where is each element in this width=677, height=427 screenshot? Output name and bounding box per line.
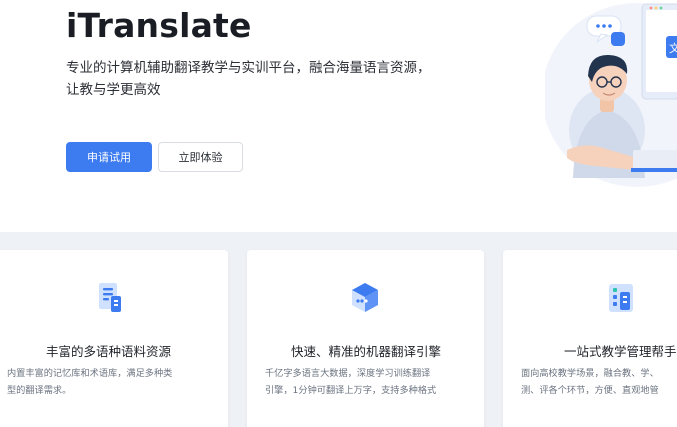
feature-card-mt-engine: 快速、精准的机器翻译引擎 千亿字多语言大数据，深度学习训练翻译 引擎，1分钟可翻… [247,250,484,427]
feature-description-line: 型的翻译需求。 [7,385,72,396]
feature-title: 丰富的多语种语料资源 [46,344,172,359]
monitor-icon: 文 [641,3,677,100]
feature-description-line: 测、评各个环节，方便、直观地管 [521,385,659,396]
apply-trial-button[interactable]: 申请试用 [66,142,152,172]
feature-card-corpus: 丰富的多语种语料资源 内置丰富的记忆库和术语库，满足多种类 型的翻译需求。 [0,250,228,427]
features-section: 丰富的多语种语料资源 内置丰富的记忆库和术语库，满足多种类 型的翻译需求。 快速… [0,232,677,427]
try-now-button[interactable]: 立即体验 [158,142,243,172]
translation-cube-icon [352,283,378,312]
feature-card-teaching-management: 一站式教学管理帮手 面向高校教学场景，融合教、学、 测、评各个环节，方便、直观地… [503,250,677,427]
feature-title: 一站式教学管理帮手 [564,344,677,359]
hero-tagline-line-1: 专业的计算机辅助翻译教学与实训平台，融合海量语言资源， [66,60,431,76]
document-list-icon [99,283,121,312]
feature-title: 快速、精准的机器翻译引擎 [291,344,442,359]
hero-tagline: 专业的计算机辅助翻译教学与实训平台，融合海量语言资源， 让教与学更高效 [66,57,466,101]
feature-description-line: 引擎，1分钟可翻译上万字，支持多种格式 [265,385,437,396]
dashboard-panel-icon [609,284,633,312]
feature-description-line: 内置丰富的记忆库和术语库，满足多种类 [7,368,173,379]
feature-description: 面向高校教学场景，融合教、学、 测、评各个环节，方便、直观地管 [521,365,677,399]
feature-description: 内置丰富的记忆库和术语库，满足多种类 型的翻译需求。 [7,365,202,399]
feature-description-line: 面向高校教学场景，融合教、学、 [521,368,659,379]
feature-description-line: 千亿字多语言大数据，深度学习训练翻译 [265,368,431,379]
hero-tagline-line-2: 让教与学更高效 [66,82,161,98]
hero-illustration: 文 [545,3,677,187]
brand-title: iTranslate [66,6,252,45]
hero-section: iTranslate 专业的计算机辅助翻译教学与实训平台，融合海量语言资源， 让… [0,0,677,232]
feature-description: 千亿字多语言大数据，深度学习训练翻译 引擎，1分钟可翻译上万字，支持多种格式 [265,365,471,399]
illustration-badge-text: 文 [669,41,677,55]
